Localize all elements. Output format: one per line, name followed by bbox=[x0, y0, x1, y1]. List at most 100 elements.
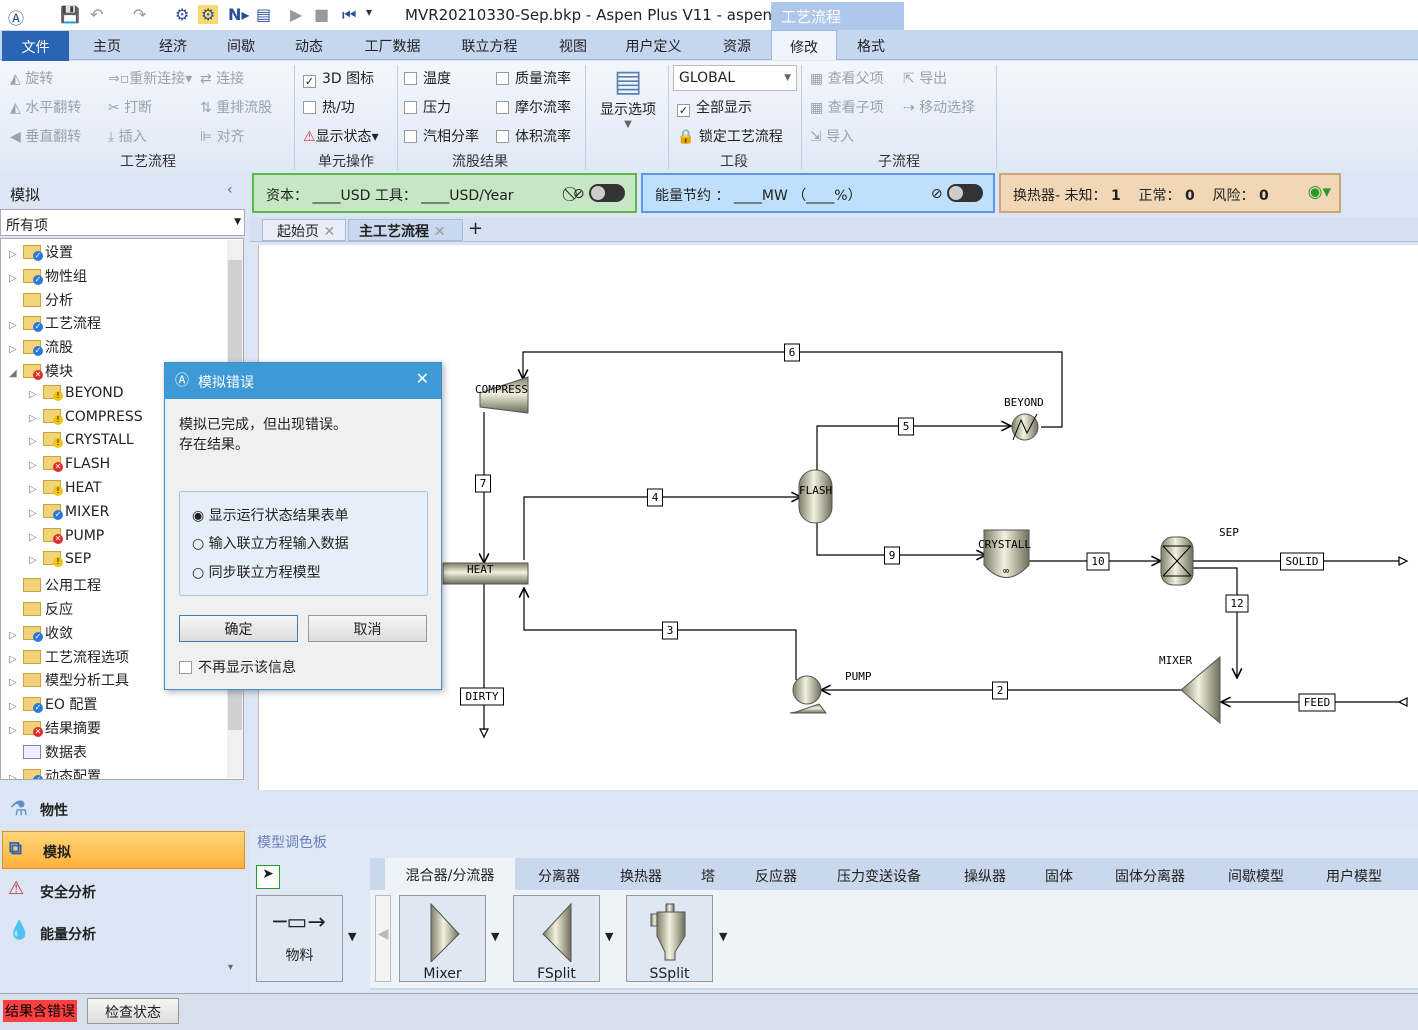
ok-button[interactable]: 确定 bbox=[179, 615, 298, 642]
expand-icon[interactable]: ▷ bbox=[29, 508, 43, 519]
tree-item[interactable]: 分析 bbox=[9, 290, 73, 313]
close-icon[interactable]: ✕ bbox=[416, 369, 429, 388]
radio-enter-eo-input[interactable]: ○ 输入联立方程输入数据 bbox=[192, 533, 349, 553]
dont-show-checkbox[interactable]: 不再显示该信息 bbox=[179, 657, 296, 677]
expand-icon[interactable]: ▷ bbox=[9, 677, 23, 688]
palette-tab[interactable]: 间歇模型 bbox=[1210, 862, 1302, 890]
rotate-button[interactable]: ◭ 旋转 bbox=[10, 68, 53, 88]
flip-horizontal-button[interactable]: ◭ 水平翻转 bbox=[10, 97, 81, 117]
tree-item[interactable]: ▷ ✕ 结果摘要 bbox=[9, 718, 101, 741]
run-next-icon[interactable]: N▸ bbox=[228, 5, 249, 24]
nav-energy-analysis[interactable]: 💧 能量分析 bbox=[0, 914, 248, 952]
tab-economics[interactable]: 经济 bbox=[148, 30, 198, 60]
tree-item[interactable]: ▷ ✕ FLASH bbox=[29, 456, 110, 479]
control-panel-icon[interactable]: ▤ bbox=[256, 5, 271, 24]
new-tab-button[interactable]: + bbox=[468, 218, 483, 239]
tree-item[interactable]: ▷ 模型分析工具 bbox=[9, 670, 129, 693]
expand-icon[interactable]: ▷ bbox=[9, 725, 23, 736]
show-all-checkbox[interactable]: ✓ 全部显示 bbox=[677, 97, 752, 117]
expand-icon[interactable]: ▷ bbox=[9, 630, 23, 641]
nav-properties[interactable]: ⚗ 物性 bbox=[0, 790, 248, 828]
chevron-down-icon[interactable]: ▼ bbox=[719, 930, 727, 943]
palette-tab[interactable]: 混合器/分流器 bbox=[385, 858, 515, 890]
palette-item-fsplit[interactable]: FSplit bbox=[513, 895, 600, 982]
reset-icon[interactable]: ⏮ bbox=[342, 5, 356, 25]
expand-icon[interactable]: ▷ bbox=[29, 484, 43, 495]
save-icon[interactable]: 💾 bbox=[60, 5, 80, 24]
insert-button[interactable]: ⤓ 插入 bbox=[108, 126, 147, 146]
hx-status-button[interactable]: ◉▾ bbox=[1308, 182, 1331, 202]
expand-icon[interactable]: ▷ bbox=[9, 249, 23, 260]
expand-icon[interactable]: ▷ bbox=[29, 460, 43, 471]
connect-button[interactable]: ⇄ 连接 bbox=[200, 68, 244, 88]
tree-item[interactable]: ▷! COMPRESS bbox=[29, 408, 143, 432]
close-icon[interactable]: ✕ bbox=[323, 224, 335, 240]
tab-batch[interactable]: 间歇 bbox=[216, 30, 266, 60]
palette-tab[interactable]: 用户模型 bbox=[1308, 862, 1400, 890]
palette-tab[interactable]: 操纵器 bbox=[948, 862, 1022, 890]
align-button[interactable]: ⊫ 对齐 bbox=[200, 126, 245, 146]
tree-item[interactable]: ▷! BEYOND bbox=[29, 384, 124, 408]
mass-flow-checkbox[interactable]: 质量流率 bbox=[496, 68, 571, 88]
pressure-checkbox[interactable]: 压力 bbox=[404, 97, 451, 117]
results-error-status[interactable]: 结果含错误 bbox=[3, 1000, 77, 1022]
tab-file[interactable]: 文件 bbox=[2, 31, 69, 61]
expand-icon[interactable]: ▷ bbox=[29, 389, 43, 400]
close-icon[interactable]: ✕ bbox=[434, 224, 446, 240]
stop-icon[interactable]: ■ bbox=[314, 5, 329, 24]
tree-item[interactable]: ▷ ✓ 流股 bbox=[9, 337, 73, 360]
tab-modify[interactable]: 修改 bbox=[771, 30, 837, 60]
tree-item[interactable]: 反应 bbox=[9, 599, 73, 622]
next-icon[interactable]: ⚙ bbox=[198, 5, 219, 24]
reconcile-icon[interactable]: ⚙ bbox=[175, 5, 189, 24]
select-mode-button[interactable]: ➤ bbox=[256, 865, 280, 889]
undo-icon[interactable]: ↶ bbox=[90, 5, 103, 24]
cost-toggle[interactable] bbox=[589, 184, 625, 202]
tree-item[interactable]: ▷ ✓ 动态配置 bbox=[9, 766, 101, 779]
tree-item[interactable]: ▷ ✓ 工艺流程 bbox=[9, 313, 101, 336]
import-button[interactable]: ⇲ 导入 bbox=[810, 126, 854, 146]
expand-icon[interactable]: ▷ bbox=[29, 436, 43, 447]
tree-item[interactable]: ▷ ✕ PUMP bbox=[29, 527, 104, 551]
cancel-button[interactable]: 取消 bbox=[308, 615, 427, 642]
palette-item-material[interactable]: ─▭→ 物料 bbox=[256, 895, 343, 982]
chevron-down-icon[interactable]: ▼ bbox=[491, 930, 499, 943]
mole-flow-checkbox[interactable]: 摩尔流率 bbox=[496, 97, 571, 117]
view-child-button[interactable]: ▦ 查看子项 bbox=[810, 97, 884, 117]
tree-item[interactable]: 数据表 bbox=[9, 742, 87, 765]
expand-icon[interactable]: ▷ bbox=[9, 654, 23, 665]
chevron-down-icon[interactable]: ▼ bbox=[605, 930, 613, 943]
tree-item[interactable]: ▷ ✓ 设置 bbox=[9, 242, 73, 265]
expand-icon[interactable]: ◢ bbox=[9, 368, 23, 379]
move-selection-button[interactable]: ⇢ 移动选择 bbox=[903, 97, 975, 117]
filter-dropdown[interactable]: 所有项 ▼ bbox=[0, 209, 245, 236]
customize-icon[interactable]: ▾ bbox=[366, 5, 372, 19]
3d-icons-checkbox[interactable]: ✓ 3D 图标 bbox=[303, 68, 374, 88]
tree-item[interactable]: ▷ ✓ 物性组 bbox=[9, 266, 87, 289]
expand-icon[interactable]: ▷ bbox=[29, 413, 43, 424]
palette-tab[interactable]: 分离器 bbox=[520, 862, 598, 890]
tab-dynamics[interactable]: 动态 bbox=[284, 30, 334, 60]
export-button[interactable]: ⇱ 导出 bbox=[903, 68, 947, 88]
tab-home[interactable]: 主页 bbox=[82, 30, 132, 60]
tab-main-flowsheet[interactable]: 主工艺流程 ✕ bbox=[348, 219, 463, 241]
flip-vertical-button[interactable]: ◀ 垂直翻转 bbox=[10, 126, 81, 146]
expand-icon[interactable]: ▷ bbox=[9, 273, 23, 284]
expand-icon[interactable]: ▷ bbox=[9, 773, 23, 779]
expand-icon[interactable]: ▷ bbox=[9, 344, 23, 355]
show-status-button[interactable]: ⚠显示状态▾ bbox=[303, 126, 379, 146]
expand-icon[interactable]: ▷ bbox=[29, 532, 43, 543]
collapse-pane-icon[interactable]: ‹ bbox=[227, 182, 233, 198]
reorder-streams-button[interactable]: ⇅ 重排流股 bbox=[200, 97, 272, 117]
palette-tab[interactable]: 固体 bbox=[1030, 862, 1088, 890]
palette-tab[interactable]: 反应器 bbox=[737, 862, 815, 890]
palette-item-ssplit[interactable]: SSplit bbox=[626, 895, 713, 982]
temperature-checkbox[interactable]: 温度 bbox=[404, 68, 451, 88]
expand-icon[interactable]: ▷ bbox=[29, 555, 43, 566]
expand-icon[interactable]: ▷ bbox=[9, 701, 23, 712]
chevron-down-icon[interactable]: ▼ bbox=[348, 930, 356, 943]
radio-sync-eo-model[interactable]: ○ 同步联立方程模型 bbox=[192, 562, 321, 582]
nav-simulation[interactable]: ⧉ 模拟 bbox=[2, 831, 245, 869]
palette-tab[interactable]: 换热器 bbox=[604, 862, 678, 890]
tree-item[interactable]: ▷ 工艺流程选项 bbox=[9, 647, 129, 670]
